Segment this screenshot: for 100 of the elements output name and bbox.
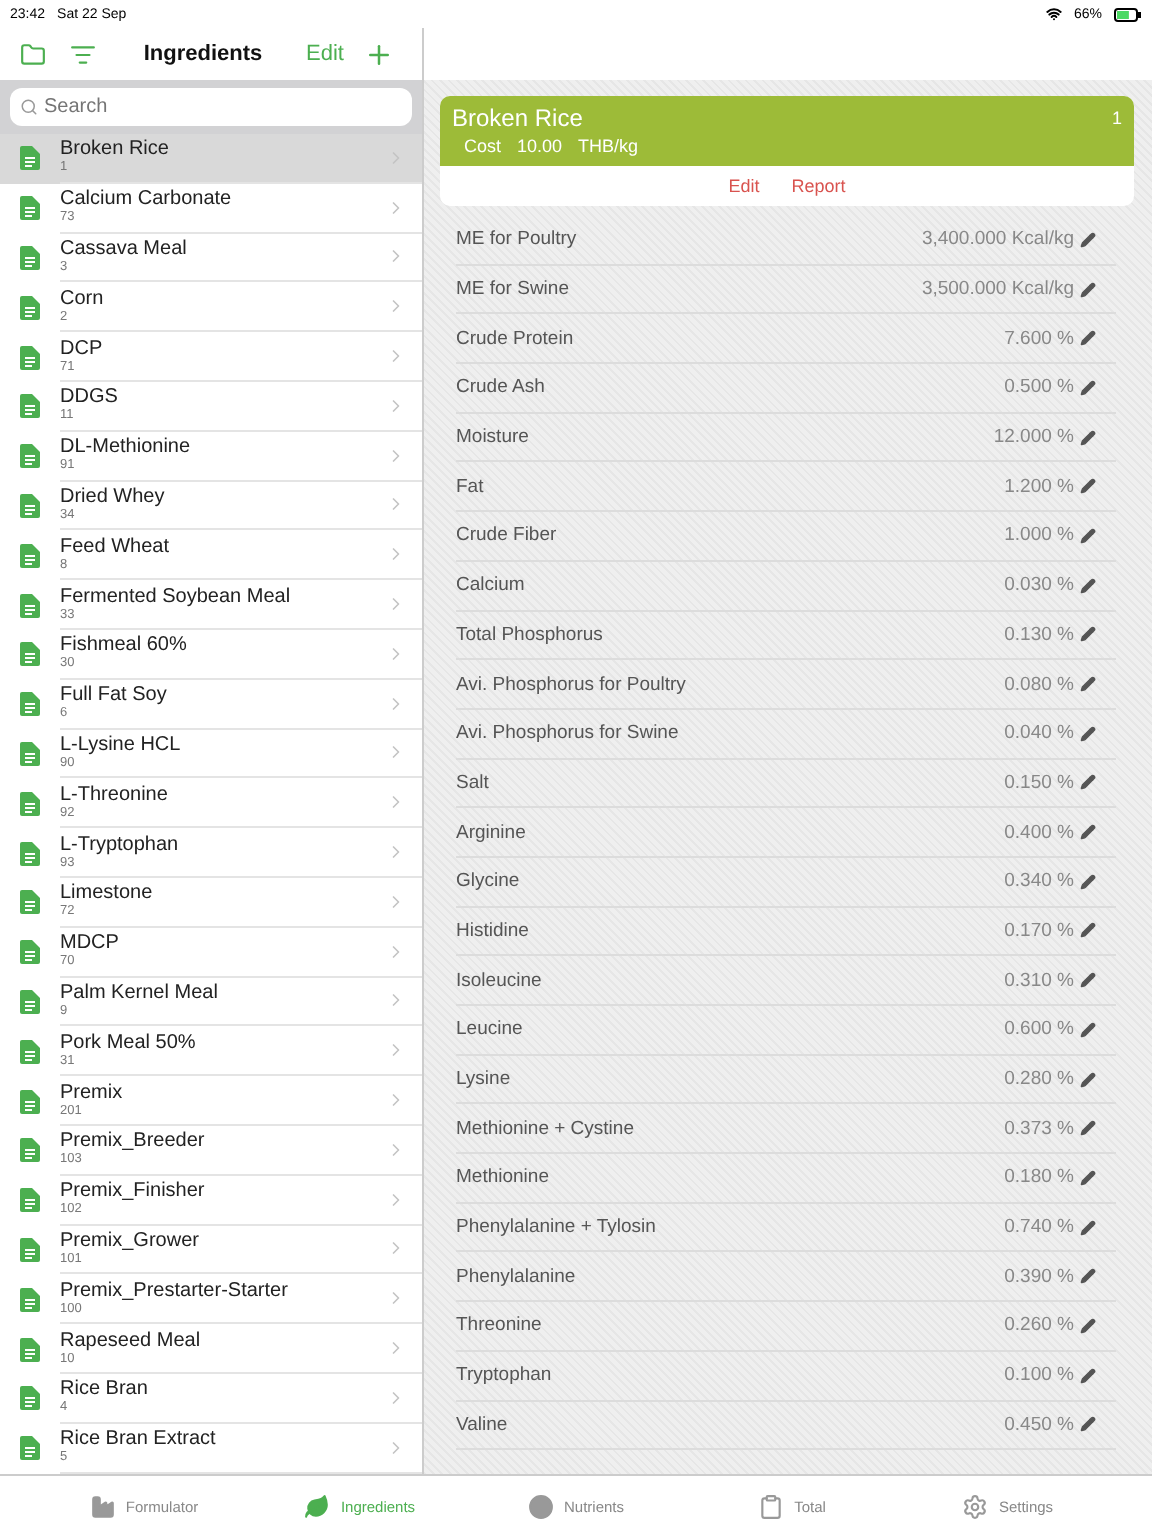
nutrient-value: 0.373 %: [1004, 1117, 1074, 1140]
nutrient-value: 0.260 %: [1004, 1314, 1074, 1337]
battery-icon: [1114, 7, 1142, 21]
document-icon: [20, 593, 40, 618]
ingredient-name: Rapeseed Meal: [60, 1329, 203, 1352]
nutrient-name: Total Phosphorus: [456, 623, 605, 646]
nutrient-name: Salt: [456, 771, 491, 794]
nutrient-name: Crude Ash: [456, 376, 547, 399]
ingredient-name: Pork Meal 50%: [60, 1031, 198, 1054]
ingredient-title: Broken Rice: [452, 104, 585, 132]
pencil-icon[interactable]: [1080, 873, 1096, 890]
document-icon: [20, 1337, 40, 1362]
ingredient-name: L-Threonine: [60, 783, 170, 806]
pencil-icon[interactable]: [1080, 281, 1096, 298]
document-icon: [20, 791, 40, 816]
ingredient-name: MDCP: [60, 932, 121, 955]
document-icon: [20, 345, 40, 370]
document-icon: [20, 642, 40, 667]
document-icon: [20, 196, 40, 221]
nutrient-name: Phenylalanine: [456, 1265, 578, 1288]
nutrient-name: Avi. Phosphorus for Swine: [456, 722, 681, 745]
ingredient-name: Palm Kernel Meal: [60, 981, 220, 1004]
nutrient-value: 0.400 %: [1004, 821, 1074, 844]
document-icon: [20, 1089, 40, 1114]
nutrient-value: 0.030 %: [1004, 574, 1074, 597]
action-link[interactable]: Edit: [728, 176, 760, 196]
nutrient-name: Leucine: [456, 1018, 525, 1041]
add-button[interactable]: [364, 39, 394, 69]
document-icon: [20, 989, 40, 1014]
document-icon: [20, 1138, 40, 1163]
folder-button[interactable]: [20, 41, 46, 67]
document-icon: [20, 1287, 40, 1312]
pencil-icon[interactable]: [1080, 577, 1096, 594]
nutrient-value: 0.310 %: [1004, 969, 1074, 992]
nutrient-name: Methionine: [456, 1166, 551, 1189]
ingredient-name: Rice Bran Extract: [60, 1428, 218, 1451]
document-icon: [20, 493, 40, 518]
pencil-icon[interactable]: [1080, 972, 1096, 989]
nutrient-name: Avi. Phosphorus for Poultry: [456, 673, 688, 696]
nutrient-value: 0.500 %: [1004, 376, 1074, 399]
pencil-icon[interactable]: [1080, 527, 1096, 544]
pencil-icon[interactable]: [1080, 429, 1096, 446]
circle-icon: [527, 1493, 554, 1519]
factory-icon: [89, 1493, 116, 1519]
ingredient-name: Calcium Carbonate: [60, 188, 234, 211]
nutrient-name: Threonine: [456, 1314, 544, 1337]
ingredient-name: Rice Bran: [60, 1378, 150, 1401]
ingredient-name: Premix_Prestarter-Starter: [60, 1279, 290, 1302]
pencil-icon[interactable]: [1080, 379, 1096, 396]
ingredient-name: Dried Whey: [60, 485, 167, 508]
nutrient-value: 0.170 %: [1004, 919, 1074, 942]
nutrient-value: 0.280 %: [1004, 1068, 1074, 1091]
cost-value: 10.00: [517, 136, 563, 156]
search-field[interactable]: Search: [10, 88, 412, 126]
pencil-icon[interactable]: [1080, 626, 1096, 643]
ingredient-name: DCP: [60, 337, 105, 360]
nutrient-value: 3,400.000 Kcal/kg: [921, 228, 1074, 251]
pencil-icon[interactable]: [1080, 1021, 1096, 1038]
nutrient-name: Calcium: [456, 574, 527, 597]
pencil-icon[interactable]: [1080, 1367, 1096, 1384]
ingredient-name: L-Lysine HCL: [60, 733, 183, 756]
sort-button[interactable]: [70, 41, 96, 67]
nutrient-value: 1.000 %: [1004, 524, 1074, 547]
ingredient-name: Fishmeal 60%: [60, 634, 189, 657]
pencil-icon[interactable]: [1080, 1268, 1096, 1285]
pencil-icon[interactable]: [1080, 824, 1096, 841]
pencil-icon[interactable]: [1080, 676, 1096, 693]
nutrient-name: Glycine: [456, 870, 522, 893]
document-icon: [20, 394, 40, 419]
nutrient-name: Crude Protein: [456, 327, 576, 350]
pencil-icon[interactable]: [1080, 1317, 1096, 1334]
document-icon: [20, 245, 40, 270]
leaf-icon: [304, 1493, 331, 1519]
pencil-icon[interactable]: [1080, 330, 1096, 347]
pencil-icon[interactable]: [1080, 725, 1096, 742]
cost-unit: THB/kg: [578, 136, 639, 156]
pencil-icon[interactable]: [1080, 1416, 1096, 1433]
action-link[interactable]: Report: [791, 176, 846, 196]
document-icon: [20, 1188, 40, 1213]
document-icon: [20, 1436, 40, 1461]
ingredient-name: Premix: [60, 1081, 125, 1104]
pencil-icon[interactable]: [1080, 774, 1096, 791]
document-icon: [20, 1039, 40, 1064]
pencil-icon[interactable]: [1080, 1071, 1096, 1088]
nutrient-name: Methionine + Cystine: [456, 1117, 636, 1140]
nutrient-name: Arginine: [456, 821, 528, 844]
nutrient-value: 0.390 %: [1004, 1265, 1074, 1288]
pencil-icon[interactable]: [1080, 478, 1096, 495]
pencil-icon[interactable]: [1080, 1169, 1096, 1186]
pencil-icon[interactable]: [1080, 922, 1096, 939]
ingredient-code: 1: [1111, 108, 1122, 128]
nutrient-value: 0.180 %: [1004, 1166, 1074, 1189]
ingredient-name: Full Fat Soy: [60, 684, 169, 707]
pencil-icon[interactable]: [1080, 231, 1096, 248]
pencil-icon[interactable]: [1080, 1120, 1096, 1137]
nutrient-value: 0.340 %: [1004, 870, 1074, 893]
search-icon: [20, 98, 38, 116]
nutrient-name: Histidine: [456, 919, 531, 942]
nutrient-name: Fat: [456, 475, 486, 498]
pencil-icon[interactable]: [1080, 1219, 1096, 1236]
